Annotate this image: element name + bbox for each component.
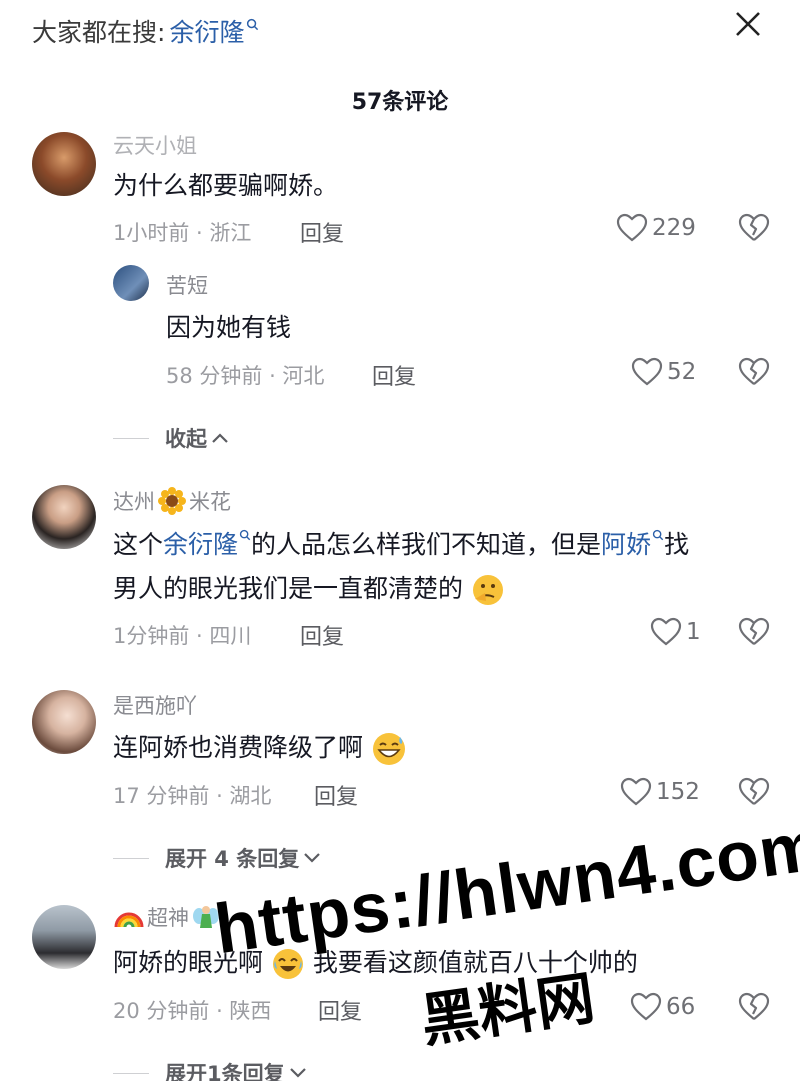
text-segment: 这个 [113, 530, 164, 559]
search-icon [652, 529, 664, 541]
text-segment: 我要看这颜值就百八十个帅的 [312, 948, 638, 977]
heart-icon [631, 357, 663, 386]
heart-icon [650, 617, 682, 646]
like-button[interactable]: 229 [616, 213, 696, 243]
comment-count-title: 57条评论 [351, 90, 449, 115]
like-count: 229 [652, 215, 696, 241]
broken-heart-icon[interactable] [738, 617, 770, 647]
comment-text: 阿娇的眼光啊 我要看这颜值就百八十个帅的 [113, 941, 638, 985]
chevron-down-icon [289, 1068, 306, 1078]
comment-username[interactable]: 超神 [113, 902, 221, 932]
thinking-emoji-icon [472, 575, 503, 605]
close-icon[interactable] [734, 10, 762, 38]
broken-heart-icon[interactable] [738, 213, 770, 243]
collapse-label: 收起 [165, 427, 207, 451]
hot-search-bar[interactable]: 大家都在搜: 余衍隆 [32, 14, 259, 48]
comment-meta: 17 分钟前 · 湖北 [113, 784, 272, 808]
like-count: 1 [686, 619, 701, 645]
fairy-emoji-icon [193, 906, 219, 928]
like-button[interactable]: 52 [631, 357, 696, 387]
hot-search-term[interactable]: 余衍隆 [169, 13, 244, 49]
grinning-sweat-emoji-icon [372, 733, 405, 765]
comment-text: 这个余衍隆 的人品怎么样我们不知道，但是阿娇找 男人的眼光我们是一直都清楚的 [113, 523, 773, 611]
avatar[interactable] [113, 265, 149, 301]
expand-replies-button[interactable]: 展开1条回复 [113, 1058, 307, 1081]
like-count: 52 [667, 359, 697, 385]
comment-meta: 20 分钟前 · 陕西 [113, 999, 272, 1023]
broken-heart-icon[interactable] [738, 357, 770, 387]
reply-button[interactable]: 回复 [314, 779, 358, 811]
username-part-1: 达州 [113, 490, 155, 514]
username-text: 超神 [147, 906, 189, 930]
hot-search-prefix: 大家都在搜: [32, 18, 166, 47]
search-icon [247, 18, 259, 30]
like-button[interactable]: 1 [650, 617, 701, 647]
expand-replies-button[interactable]: 展开 4 条回复 [113, 843, 321, 873]
divider [113, 857, 149, 859]
crying-laughing-emoji-icon [272, 949, 303, 979]
reply-meta: 58 分钟前 · 河北 [166, 364, 325, 388]
username-part-2: 米花 [189, 490, 231, 514]
broken-heart-icon[interactable] [738, 992, 770, 1022]
avatar[interactable] [32, 485, 96, 549]
reply-button[interactable]: 回复 [300, 216, 344, 248]
comment-text: 连阿娇也消费降级了啊 [113, 726, 407, 770]
divider [113, 1072, 149, 1074]
avatar[interactable] [32, 905, 96, 969]
comment-username[interactable]: 云天小姐 [113, 130, 197, 160]
reply-button[interactable]: 回复 [372, 359, 416, 391]
expand-label: 展开1条回复 [165, 1062, 285, 1081]
heart-icon [630, 992, 662, 1021]
avatar[interactable] [32, 690, 96, 754]
reply-button[interactable]: 回复 [300, 619, 344, 651]
text-segment: 男人的眼光我们是一直都清楚的 [113, 574, 464, 603]
collapse-replies-button[interactable]: 收起 [113, 423, 229, 453]
avatar[interactable] [32, 132, 96, 196]
text-segment: 阿娇的眼光啊 [113, 948, 264, 977]
hashtag-link[interactable]: 阿娇 [601, 530, 651, 559]
chevron-down-icon [304, 853, 321, 863]
chevron-up-icon [212, 433, 228, 443]
hashtag-link[interactable]: 余衍隆 [163, 530, 238, 559]
expand-label: 展开 4 条回复 [165, 847, 300, 871]
text-segment: 连阿娇也消费降级了啊 [113, 733, 364, 762]
comment-meta: 1分钟前 · 四川 [113, 624, 252, 648]
sunflower-emoji-icon [158, 487, 186, 515]
like-count: 66 [666, 994, 696, 1020]
text-segment: 找 [664, 530, 690, 559]
rainbow-emoji-icon [114, 912, 144, 928]
like-button[interactable]: 152 [620, 777, 700, 807]
divider [113, 437, 149, 439]
reply-username[interactable]: 苦短 [166, 270, 208, 300]
heart-icon [616, 213, 648, 242]
like-button[interactable]: 66 [630, 992, 695, 1022]
search-icon [239, 529, 251, 541]
comment-meta: 1小时前 · 浙江 [113, 221, 252, 245]
broken-heart-icon[interactable] [738, 777, 770, 807]
like-count: 152 [656, 779, 700, 805]
heart-icon [620, 777, 652, 806]
comment-username[interactable]: 是西施吖 [113, 690, 197, 720]
comment-text: 为什么都要骗啊娇。 [113, 171, 339, 200]
comment-username[interactable]: 达州 米花 [113, 486, 231, 516]
text-segment: 的人品怎么样我们不知道，但是 [251, 530, 602, 559]
reply-button[interactable]: 回复 [318, 994, 362, 1026]
reply-text: 因为她有钱 [166, 313, 292, 342]
